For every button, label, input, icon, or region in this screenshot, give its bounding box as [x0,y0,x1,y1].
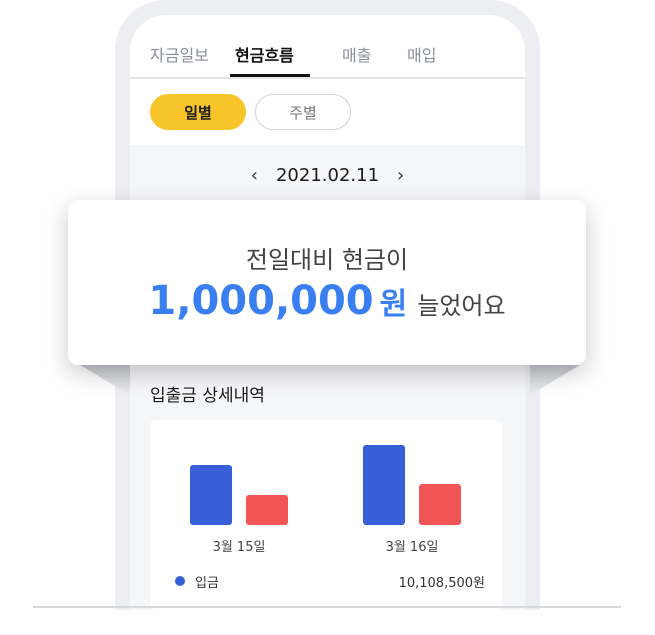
tab-purchases[interactable]: 매입 [407,42,436,66]
change-suffix: 늘었어요 [417,292,506,320]
detail-card: 3월 15일 3월 16일 입금 10,108,500원 [150,420,502,610]
bar-withdraw-2 [419,484,461,525]
active-tab-indicator [230,74,310,77]
change-amount: 1,000,000 [148,278,374,324]
tab-sales[interactable]: 매출 [342,42,371,66]
category-label: 3월 15일 [213,540,266,555]
section-title: 입출금 상세내역 [150,386,265,406]
category-label: 3월 16일 [386,540,439,555]
chevron-right-icon[interactable]: › [397,165,404,186]
cash-change-popup: 전일대비 현금이 1,000,000 원 늘었어요 [68,200,586,365]
deposit-legend-dot [175,576,185,586]
popup-fold-right [530,365,580,395]
legend-row: 입금 10,108,500원 [175,570,485,594]
bar-chart: 3월 15일 3월 16일 [190,445,461,555]
divider [33,606,621,608]
bar-deposit-1 [190,465,232,525]
legend-label: 입금 [195,576,219,591]
current-date: 2021.02.11 [275,164,380,186]
popup-heading: 전일대비 현금이 [245,246,409,274]
daily-button[interactable]: 일별 [150,94,246,130]
bar-deposit-2 [363,445,405,525]
tab-daily-report[interactable]: 자금일보 [150,42,209,66]
date-navigator: ‹ 2021.02.11 › [130,145,525,205]
tab-cash-flow[interactable]: 현금흐름 [235,42,294,66]
period-toggle: 일별 주별 [130,79,525,145]
currency-unit: 원 [379,287,408,322]
chevron-left-icon[interactable]: ‹ [251,165,258,186]
popup-amount-line: 1,000,000 원 늘었어요 [68,278,586,324]
weekly-button[interactable]: 주별 [255,94,351,130]
tab-bar: 자금일보 현금흐름 매출 매입 [130,15,525,79]
bar-withdraw-1 [246,495,288,525]
popup-fold-left [80,365,130,395]
legend-value: 10,108,500원 [398,576,485,591]
